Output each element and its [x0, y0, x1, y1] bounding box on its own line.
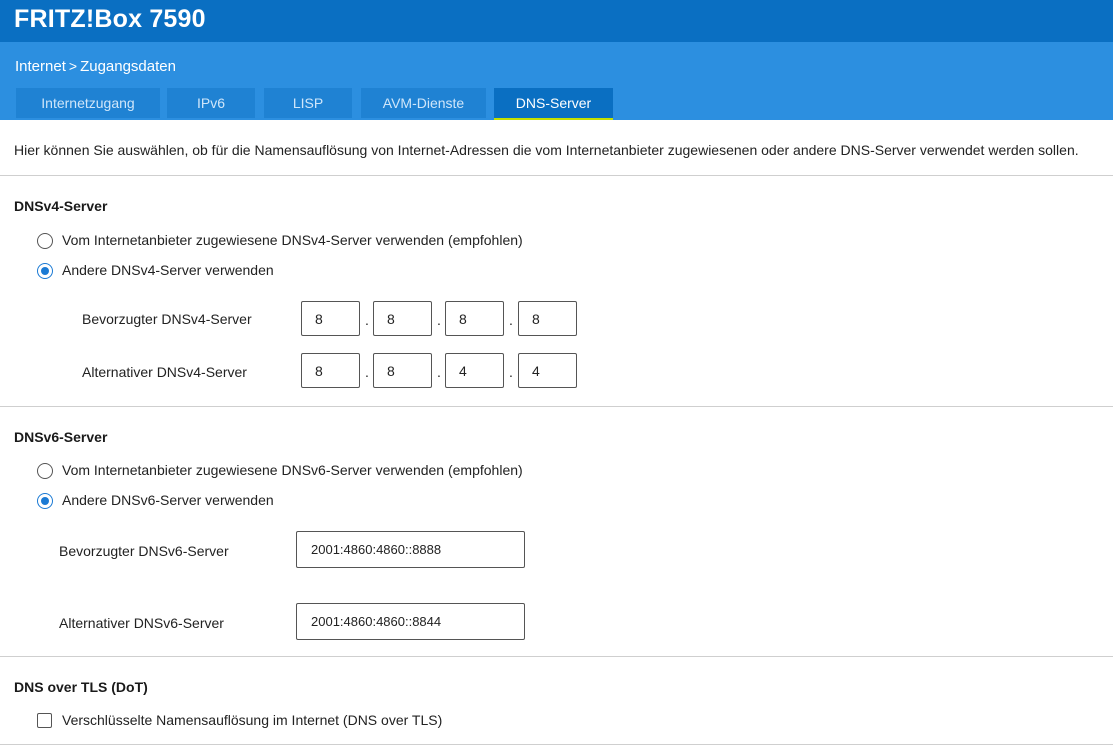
- dnsv4-alternative-octet-1[interactable]: [301, 353, 360, 388]
- breadcrumb-current: Zugangsdaten: [80, 58, 176, 75]
- radio-checked-icon[interactable]: [37, 493, 53, 509]
- dnsv6-other-label: Andere DNSv6-Server verwenden: [62, 492, 274, 508]
- dnsv4-preferred-octet-4[interactable]: [518, 301, 577, 336]
- dnsv6-provider-label: Vom Internetanbieter zugewiesene DNSv6-S…: [62, 462, 523, 478]
- dnsv6-alternative-input[interactable]: [296, 603, 525, 640]
- octet-separator: .: [437, 312, 441, 328]
- chevron-right-icon: >: [68, 58, 78, 74]
- dnsv4-preferred-octet-3[interactable]: [445, 301, 504, 336]
- tab-avm-dienste[interactable]: AVM-Dienste: [361, 88, 486, 118]
- dnsv4-preferred-octet-2[interactable]: [373, 301, 432, 336]
- checkbox-unchecked-icon[interactable]: [37, 713, 52, 728]
- tab-dns-server[interactable]: DNS-Server: [494, 88, 613, 120]
- dnsv6-section-title: DNSv6-Server: [14, 429, 108, 445]
- dot-section-title: DNS over TLS (DoT): [14, 679, 148, 695]
- breadcrumb: Internet > Zugangsdaten: [15, 58, 176, 75]
- dnsv6-alternative-label: Alternativer DNSv6-Server: [59, 615, 224, 631]
- divider: [0, 175, 1113, 176]
- sub-header: Internet > Zugangsdaten Internetzugang IPv…: [0, 42, 1113, 120]
- tab-lisp[interactable]: LISP: [264, 88, 352, 118]
- tab-internetzugang[interactable]: Internetzugang: [16, 88, 160, 118]
- dnsv4-provider-label: Vom Internetanbieter zugewiesene DNSv4-S…: [62, 232, 523, 248]
- dnsv4-alternative-octet-2[interactable]: [373, 353, 432, 388]
- device-title: FRITZ!Box 7590: [14, 5, 206, 33]
- dnsv4-alternative-octet-3[interactable]: [445, 353, 504, 388]
- divider: [0, 744, 1113, 745]
- divider: [0, 406, 1113, 407]
- tab-ipv6[interactable]: IPv6: [167, 88, 255, 118]
- dnsv4-alternative-octet-4[interactable]: [518, 353, 577, 388]
- dnsv4-section-title: DNSv4-Server: [14, 198, 108, 214]
- dnsv4-preferred-octet-1[interactable]: [301, 301, 360, 336]
- dnsv6-preferred-label: Bevorzugter DNSv6-Server: [59, 543, 229, 559]
- dnsv4-other-label: Andere DNSv4-Server verwenden: [62, 262, 274, 278]
- octet-separator: .: [509, 364, 513, 380]
- breadcrumb-parent[interactable]: Internet: [15, 58, 66, 75]
- octet-separator: .: [365, 364, 369, 380]
- radio-unchecked-icon[interactable]: [37, 233, 53, 249]
- octet-separator: .: [365, 312, 369, 328]
- top-bar: FRITZ!Box 7590: [0, 0, 1113, 42]
- intro-text: Hier können Sie auswählen, ob für die Na…: [14, 142, 1079, 158]
- dot-checkbox-label: Verschlüsselte Namensauflösung im Intern…: [62, 712, 443, 728]
- divider: [0, 656, 1113, 657]
- dnsv6-preferred-input[interactable]: [296, 531, 525, 568]
- radio-checked-icon[interactable]: [37, 263, 53, 279]
- octet-separator: .: [437, 364, 441, 380]
- dnsv4-preferred-label: Bevorzugter DNSv4-Server: [82, 311, 252, 327]
- radio-unchecked-icon[interactable]: [37, 463, 53, 479]
- dnsv4-alternative-label: Alternativer DNSv4-Server: [82, 364, 247, 380]
- octet-separator: .: [509, 312, 513, 328]
